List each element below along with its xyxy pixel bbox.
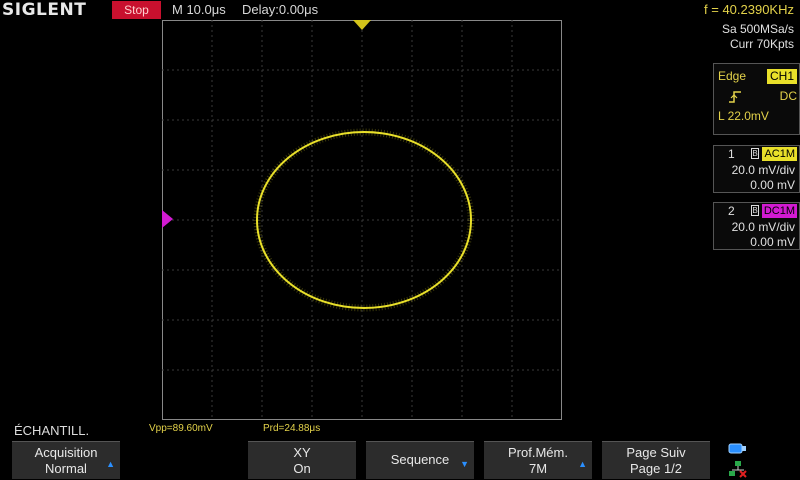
trigger-level: L 22.0mV: [718, 109, 769, 123]
measurement-vpp: Vpp=89.60mV: [149, 423, 213, 434]
channel-coupling-badge: DC1M: [761, 204, 797, 218]
trigger-panel[interactable]: Edge CH1 DC L 22.0mV: [713, 63, 800, 135]
sample-rate: Sa 500MSa/s: [721, 22, 794, 36]
softkey-title: Page Suiv: [626, 445, 686, 460]
usb-icon: [728, 443, 746, 454]
softkey-value: On: [293, 461, 311, 476]
channel-scale: 20.0 mV/div: [731, 220, 795, 234]
softkey-memory-depth[interactable]: Prof.Mém. 7M ▲: [484, 441, 592, 479]
timebase-readout[interactable]: M 10.0μs: [172, 0, 226, 20]
rising-edge-icon: [729, 91, 741, 103]
softkey-sequence[interactable]: Sequence ▼: [366, 441, 474, 479]
trigger-coupling: DC: [779, 89, 797, 103]
softkey-value: 7M: [528, 461, 548, 476]
channel-scale: 20.0 mV/div: [731, 163, 795, 177]
trigger-source-badge: CH1: [766, 69, 797, 84]
network-icon: [729, 461, 747, 478]
channel-coupling-badge: AC1M: [762, 147, 797, 161]
channel-number: 2: [728, 204, 735, 218]
channel-1-panel[interactable]: 1 B AC1M 20.0 mV/div 0.00 mV: [713, 145, 800, 193]
measurement-period: Prd=24.88μs: [263, 423, 321, 434]
waveform-display[interactable]: [162, 20, 562, 420]
trigger-mode: Edge: [718, 69, 747, 83]
bandwidth-limit-icon: B: [751, 205, 759, 216]
channel-offset: 0.00 mV: [750, 178, 795, 192]
delay-readout[interactable]: Delay:0.00μs: [242, 0, 318, 20]
trigger-position-marker[interactable]: [353, 20, 371, 32]
channel-offset: 0.00 mV: [750, 235, 795, 249]
up-arrow-icon: ▲: [106, 459, 115, 469]
up-arrow-icon: ▲: [578, 459, 587, 469]
frequency-counter: f = 40.2390KHz: [704, 2, 794, 17]
softkey-title: Sequence: [390, 452, 450, 467]
memory-depth: Curr 70Kpts: [729, 37, 794, 51]
bandwidth-limit-icon: B: [751, 148, 759, 159]
channel-number: 1: [728, 147, 735, 161]
brand-logo: SIGLENT: [2, 0, 87, 20]
ch2-offset-marker[interactable]: [162, 210, 174, 228]
softkey-xy[interactable]: XY On: [248, 441, 356, 479]
up-arrow-icon: ▼: [460, 459, 469, 469]
softkey-next-page[interactable]: Page Suiv Page 1/2: [602, 441, 710, 479]
softkey-value: Normal: [45, 461, 87, 476]
channel-2-panel[interactable]: 2 B DC1M 20.0 mV/div 0.00 mV: [713, 202, 800, 250]
softkey-value: Page 1/2: [629, 461, 683, 476]
graticule: [162, 20, 562, 420]
acquisition-mode-label: ÉCHANTILL.: [14, 423, 90, 438]
run-stop-status[interactable]: Stop: [112, 1, 161, 19]
softkey-title: XY: [293, 445, 311, 460]
softkey-title: Acquisition: [34, 445, 98, 460]
softkey-title: Prof.Mém.: [508, 445, 568, 460]
softkey-acquisition[interactable]: Acquisition Normal ▲: [12, 441, 120, 479]
